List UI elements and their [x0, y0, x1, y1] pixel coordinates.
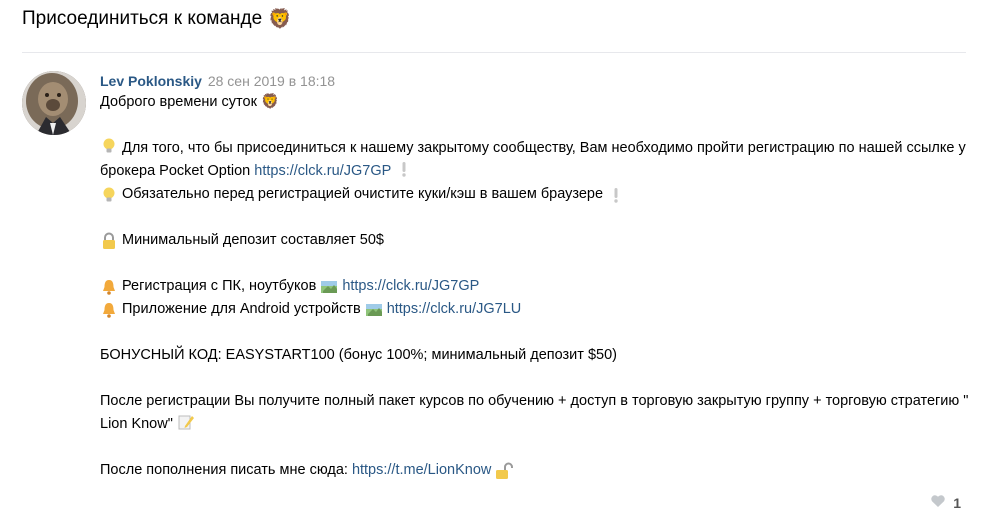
- like-count: 1: [953, 494, 961, 511]
- contact-text: После пополнения писать мне сюда:: [100, 462, 348, 478]
- reg-pc-line: Регистрация с ПК, ноутбуков https://clck…: [100, 275, 970, 298]
- post: Lev Poklonskiy 28 сен 2019 в 18:18 Добро…: [100, 71, 970, 482]
- greeting-line: Доброго времени суток 🦁: [100, 91, 970, 114]
- lock-icon: [100, 232, 118, 250]
- exclamation-icon: [395, 160, 413, 178]
- post-date[interactable]: 28 сен 2019 в 18:18: [208, 73, 335, 89]
- topic-title: Присоединиться к команде 🦁: [22, 7, 292, 31]
- bonus-line: БОНУСНЫЙ КОД: EASYSTART100 (бонус 100%; …: [100, 344, 970, 367]
- unlock-icon: [495, 462, 514, 480]
- registration-line: Для того, что бы присоединиться к нашему…: [100, 137, 970, 183]
- contact-line: После пополнения писать мне сюда: https:…: [100, 459, 970, 482]
- deposit-line: Минимальный депозит составляет 50$: [100, 229, 970, 252]
- reg-android-text: Приложение для Android устройств: [122, 301, 361, 317]
- map-icon: [320, 278, 338, 296]
- memo-icon: [177, 413, 195, 431]
- reg-android-link[interactable]: https://clck.ru/JG7LU: [387, 298, 522, 321]
- divider: [22, 52, 966, 53]
- post-body: Доброго времени суток 🦁 Для того, что бы…: [100, 91, 970, 482]
- after-reg-text: После регистрации Вы получите полный пак…: [100, 393, 969, 432]
- lightbulb-icon: [100, 137, 118, 155]
- reg-android-line: Приложение для Android устройств https:/…: [100, 298, 970, 321]
- topic-title-text: Присоединиться к команде: [22, 8, 263, 29]
- reg-pc-text: Регистрация с ПК, ноутбуков: [122, 278, 317, 294]
- avatar[interactable]: [22, 71, 86, 135]
- like-button[interactable]: 1: [930, 494, 961, 511]
- lightbulb-icon: [100, 186, 118, 204]
- after-reg-line: После регистрации Вы получите полный пак…: [100, 390, 970, 436]
- author-link[interactable]: Lev Poklonskiy: [100, 73, 202, 89]
- registration-text: Для того, что бы присоединиться к нашему…: [100, 140, 966, 179]
- map-icon: [365, 301, 383, 319]
- heart-icon: [930, 494, 946, 511]
- post-header: Lev Poklonskiy 28 сен 2019 в 18:18: [100, 71, 970, 91]
- bonus-text: БОНУСНЫЙ КОД: EASYSTART100 (бонус 100%; …: [100, 347, 617, 363]
- contact-link[interactable]: https://t.me/LionKnow: [352, 459, 491, 482]
- clear-cache-text: Обязательно перед регистрацией очистите …: [122, 186, 604, 202]
- greeting-text: Доброго времени суток: [100, 94, 257, 110]
- clear-cache-line: Обязательно перед регистрацией очистите …: [100, 183, 970, 206]
- deposit-text: Минимальный депозит составляет 50$: [122, 232, 384, 248]
- lion-icon: 🦁: [260, 94, 279, 110]
- bell-icon: [100, 301, 118, 319]
- lion-icon: 🦁: [268, 8, 292, 30]
- reg-pc-link[interactable]: https://clck.ru/JG7GP: [342, 275, 479, 298]
- registration-link[interactable]: https://clck.ru/JG7GP: [254, 163, 391, 179]
- exclamation-icon: [607, 186, 625, 204]
- bell-icon: [100, 278, 118, 296]
